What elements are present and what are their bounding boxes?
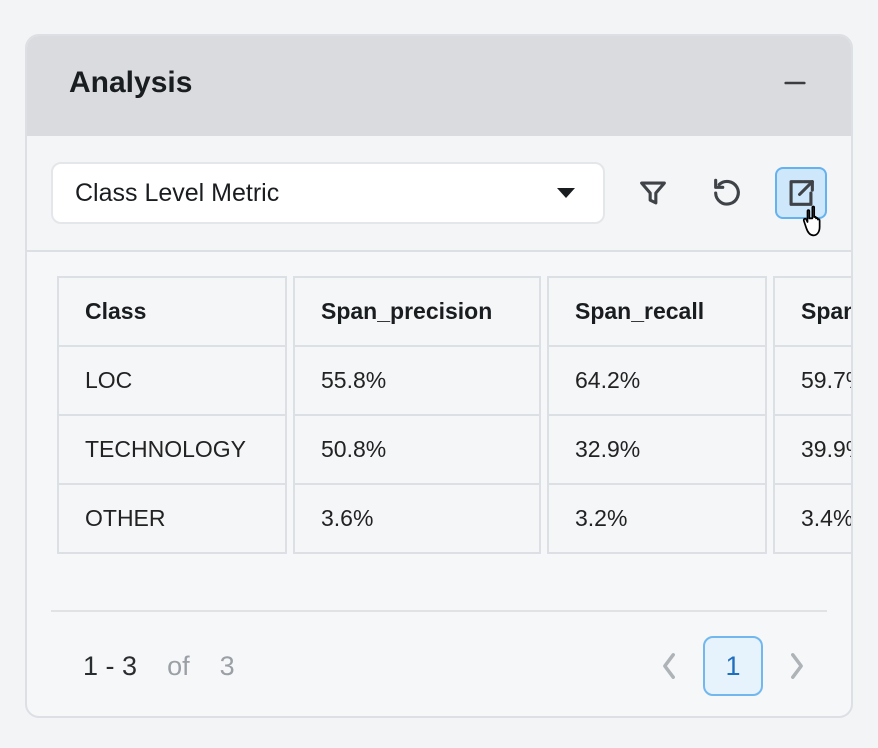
page-number-label: 1 — [725, 651, 740, 682]
chevron-left-icon — [660, 652, 678, 680]
table-row: LOC 55.8% 64.2% 59.7% — [57, 347, 851, 416]
metric-select[interactable]: Class Level Metric — [51, 162, 605, 224]
cell-f1: 39.9% — [773, 416, 851, 485]
table-row: OTHER 3.6% 3.2% 3.4% — [57, 485, 851, 554]
table-row: TECHNOLOGY 50.8% 32.9% 39.9% — [57, 416, 851, 485]
table-footer: 1 - 3 of 3 1 — [51, 610, 827, 696]
controls-bar: Class Level Metric — [27, 136, 851, 252]
chevron-right-icon — [788, 652, 806, 680]
table-wrap: Class Span_precision Span_recall Span_ L… — [27, 252, 851, 554]
metrics-table: Class Span_precision Span_recall Span_ L… — [51, 276, 851, 554]
cell-precision: 55.8% — [293, 347, 541, 416]
export-icon — [784, 176, 818, 210]
next-page-button[interactable] — [779, 648, 815, 684]
range-numbers: 1 - 3 — [83, 651, 137, 681]
refresh-button[interactable] — [701, 167, 753, 219]
table-header-row: Class Span_precision Span_recall Span_ — [57, 276, 851, 347]
col-precision: Span_precision — [293, 276, 541, 347]
page-number-button[interactable]: 1 — [703, 636, 763, 696]
analysis-card: Analysis Class Level Metric — [25, 34, 853, 718]
cell-precision: 50.8% — [293, 416, 541, 485]
range-total: 3 — [220, 651, 235, 681]
pagination-range: 1 - 3 of 3 — [51, 651, 235, 682]
cell-recall: 32.9% — [547, 416, 767, 485]
cursor-hand-icon — [799, 205, 833, 239]
cell-recall: 64.2% — [547, 347, 767, 416]
metric-select-label: Class Level Metric — [75, 179, 279, 208]
refresh-icon — [710, 176, 744, 210]
card-header: Analysis — [27, 36, 851, 136]
cell-class: OTHER — [57, 485, 287, 554]
cell-precision: 3.6% — [293, 485, 541, 554]
cell-f1: 3.4% — [773, 485, 851, 554]
col-f1: Span_ — [773, 276, 851, 347]
chevron-down-icon — [557, 188, 575, 198]
col-recall: Span_recall — [547, 276, 767, 347]
filter-button[interactable] — [627, 167, 679, 219]
cell-class: LOC — [57, 347, 287, 416]
cell-class: TECHNOLOGY — [57, 416, 287, 485]
pagination-controls: 1 — [651, 636, 827, 696]
filter-icon — [636, 176, 670, 210]
col-class: Class — [57, 276, 287, 347]
cell-recall: 3.2% — [547, 485, 767, 554]
prev-page-button[interactable] — [651, 648, 687, 684]
collapse-button[interactable] — [781, 69, 809, 97]
of-word: of — [167, 651, 190, 681]
export-button[interactable] — [775, 167, 827, 219]
card-title: Analysis — [69, 66, 192, 100]
cell-f1: 59.7% — [773, 347, 851, 416]
